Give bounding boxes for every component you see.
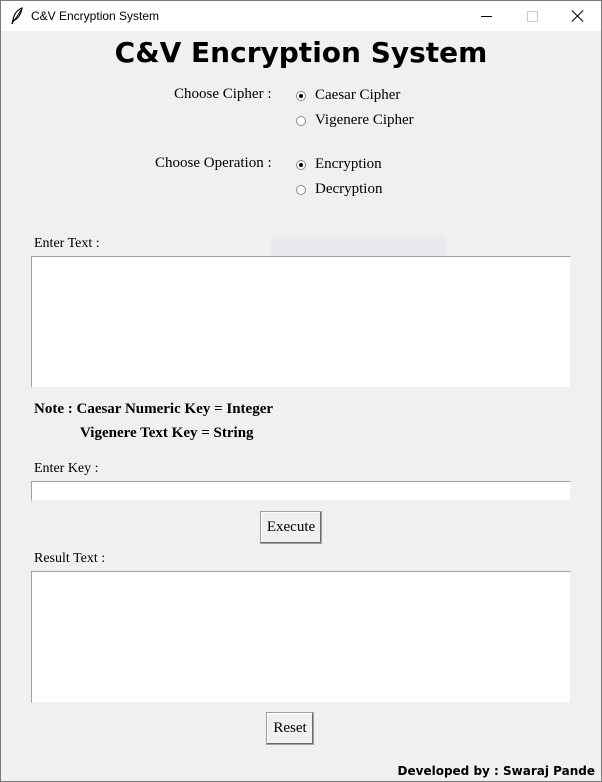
radio-button[interactable] xyxy=(296,115,306,126)
radio-decryption-label: Decryption xyxy=(315,181,383,197)
radio-caesar-label: Caesar Cipher xyxy=(315,87,401,103)
radio-button-selected[interactable] xyxy=(296,159,306,170)
result-text-area[interactable] xyxy=(31,571,571,703)
close-button[interactable] xyxy=(555,1,601,31)
execute-button[interactable]: Execute xyxy=(260,511,322,544)
note-line-1: Note : Caesar Numeric Key = Integer xyxy=(34,401,274,417)
radio-vigenere-label: Vigenere Cipher xyxy=(315,112,414,128)
enter-key-label: Enter Key : xyxy=(34,461,99,476)
radio-encryption[interactable]: Encryption xyxy=(296,156,382,173)
maximize-icon xyxy=(526,10,538,22)
page-title: C&V Encryption System xyxy=(114,36,488,69)
operation-label: Choose Operation : xyxy=(155,155,272,171)
radio-encryption-label: Encryption xyxy=(315,156,382,172)
radio-caesar[interactable]: Caesar Cipher xyxy=(296,87,400,104)
window-title: C&V Encryption System xyxy=(31,9,160,23)
feather-icon xyxy=(10,7,24,25)
key-input[interactable] xyxy=(31,481,571,501)
overlay-ghost xyxy=(271,237,445,257)
minimize-icon xyxy=(480,15,492,17)
radio-button-selected[interactable] xyxy=(296,90,306,101)
result-text-label: Result Text : xyxy=(34,551,106,566)
app-window: C&V Encryption System C&V Encryption Sys… xyxy=(0,0,602,782)
minimize-button[interactable] xyxy=(463,1,509,31)
radio-button[interactable] xyxy=(296,184,306,195)
radio-vigenere[interactable]: Vigenere Cipher xyxy=(296,112,414,129)
input-text-area[interactable] xyxy=(31,256,571,388)
cipher-label: Choose Cipher : xyxy=(174,86,272,102)
title-bar[interactable]: C&V Encryption System xyxy=(1,1,601,31)
reset-button[interactable]: Reset xyxy=(266,712,314,745)
maximize-button[interactable] xyxy=(509,1,555,31)
note-line-2: Vigenere Text Key = String xyxy=(80,425,254,441)
developer-credit: Developed by : Swaraj Pande xyxy=(397,764,595,778)
enter-text-label: Enter Text : xyxy=(34,236,100,251)
radio-decryption[interactable]: Decryption xyxy=(296,181,382,198)
close-icon xyxy=(572,10,584,22)
